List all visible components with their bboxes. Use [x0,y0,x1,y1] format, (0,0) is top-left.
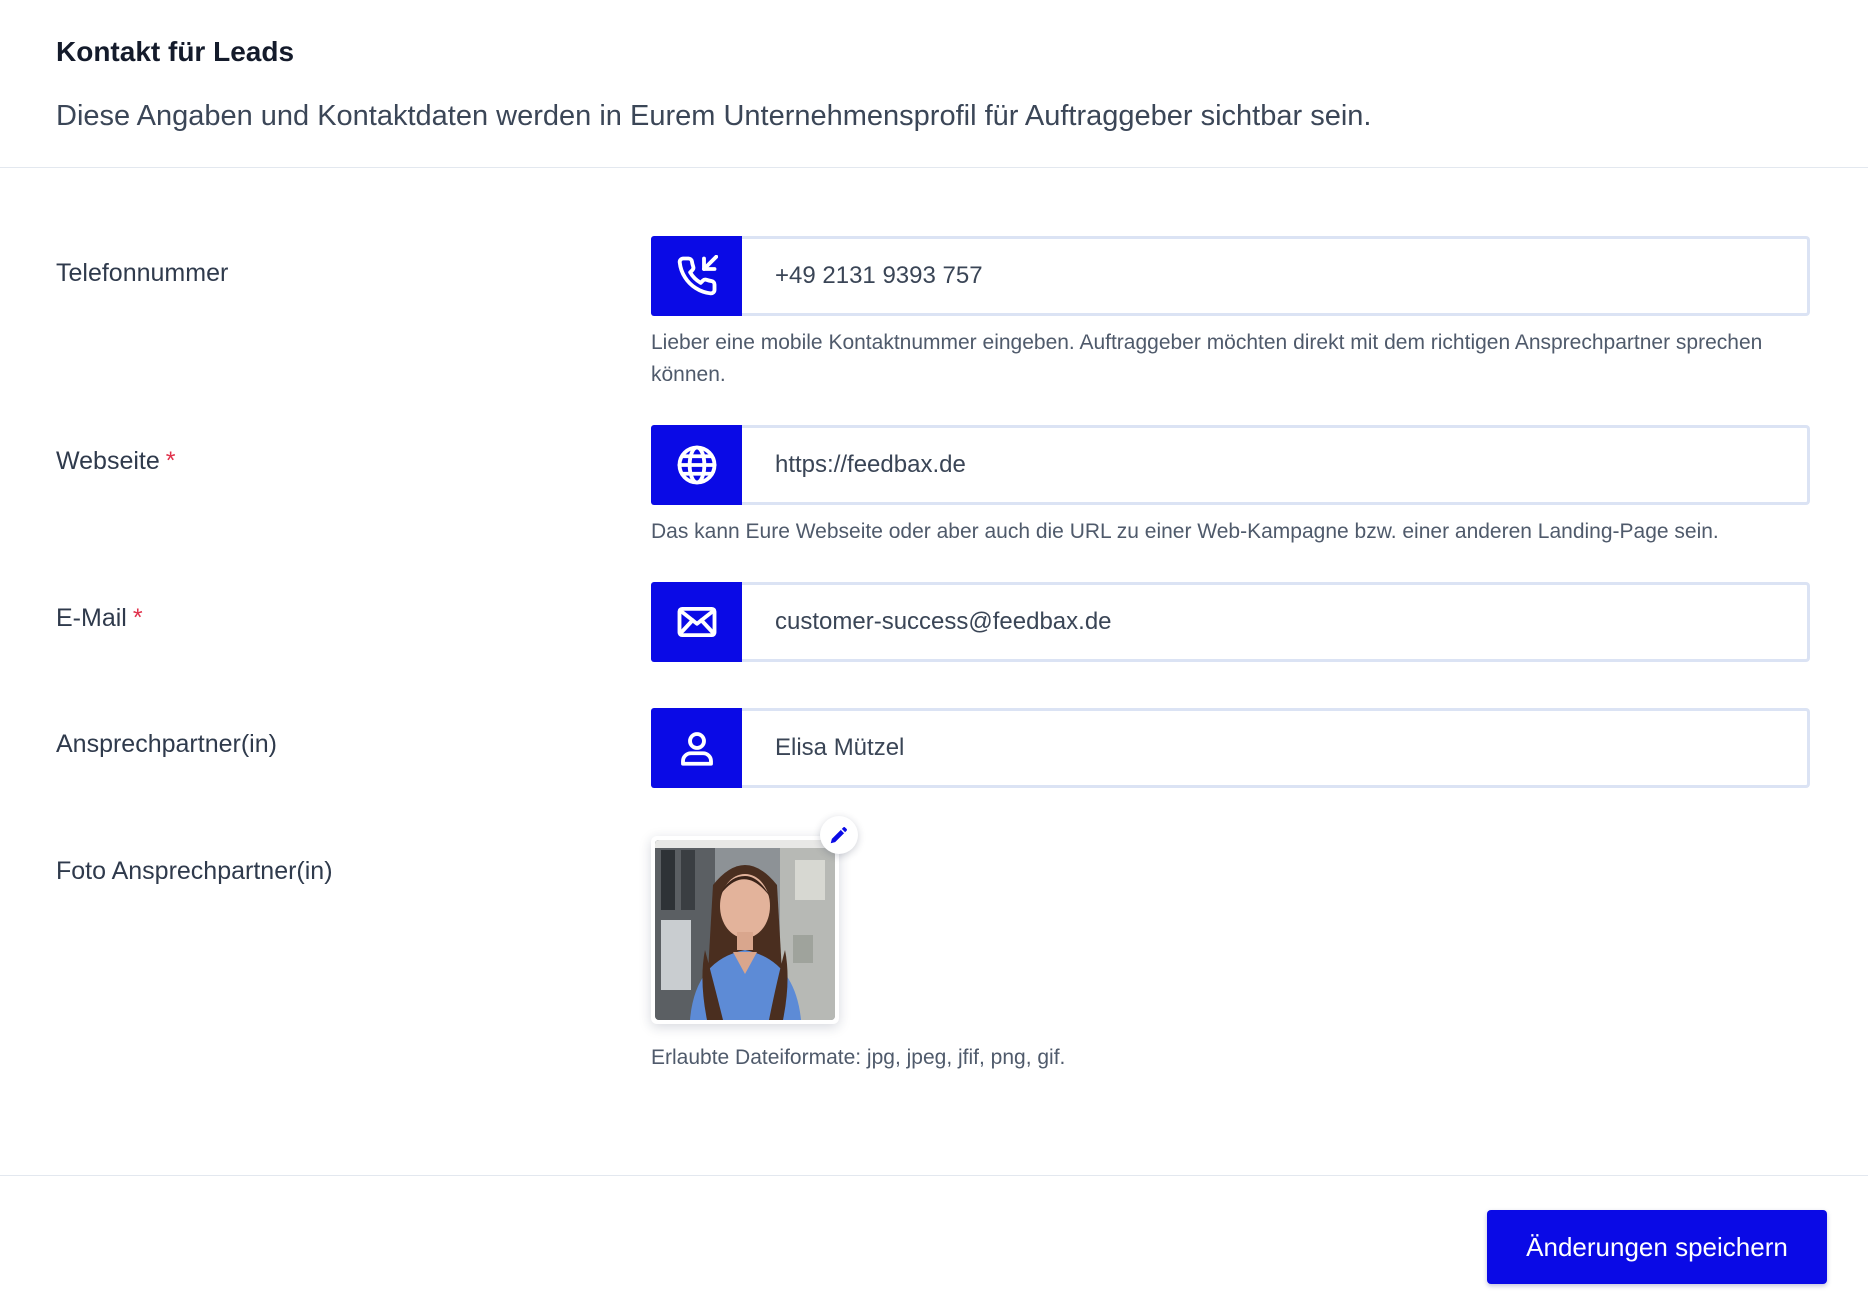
website-input[interactable] [742,425,1810,505]
settings-page: Kontakt für Leads Diese Angaben und Kont… [0,0,1868,1307]
envelope-icon [651,582,742,662]
photo-upload[interactable] [651,836,839,1024]
contact-person-photo [655,840,835,1020]
save-changes-button[interactable]: Änderungen speichern [1487,1210,1827,1284]
phone-label: Telefonnummer [56,259,228,288]
globe-icon [651,425,742,505]
section-header: Kontakt für Leads Diese Angaben und Kont… [0,0,1868,168]
photo-label: Foto Ansprechpartner(in) [56,857,333,886]
website-help-text: Das kann Eure Webseite oder aber auch di… [651,520,1719,543]
photo-edit-button[interactable] [820,816,858,854]
contact-person-label: Ansprechpartner(in) [56,730,277,759]
website-field [651,425,1810,505]
phone-field [651,236,1810,316]
contact-person-input[interactable] [742,708,1810,788]
contact-person-field [651,708,1810,788]
phone-input[interactable] [742,236,1810,316]
photo-help-text: Erlaubte Dateiformate: jpg, jpeg, jfif, … [651,1046,1066,1069]
required-marker: * [132,604,143,632]
email-label: E-Mail * [56,604,143,633]
pencil-icon [830,827,847,844]
website-label: Webseite * [56,447,176,476]
phone-help-text: Lieber eine mobile Kontaktnummer eingebe… [651,331,1763,386]
section-title: Kontakt für Leads [56,36,295,67]
email-label-text: E-Mail [56,604,127,632]
required-marker: * [165,447,176,475]
photo-label-text: Foto Ansprechpartner(in) [56,857,333,885]
section-subtitle: Diese Angaben und Kontaktdaten werden in… [56,100,1372,132]
user-icon [651,708,742,788]
contact-person-label-text: Ansprechpartner(in) [56,730,277,758]
phone-label-text: Telefonnummer [56,259,229,287]
website-label-text: Webseite [56,447,160,475]
email-field [651,582,1810,662]
phone-incoming-icon [651,236,742,316]
email-input[interactable] [742,582,1810,662]
